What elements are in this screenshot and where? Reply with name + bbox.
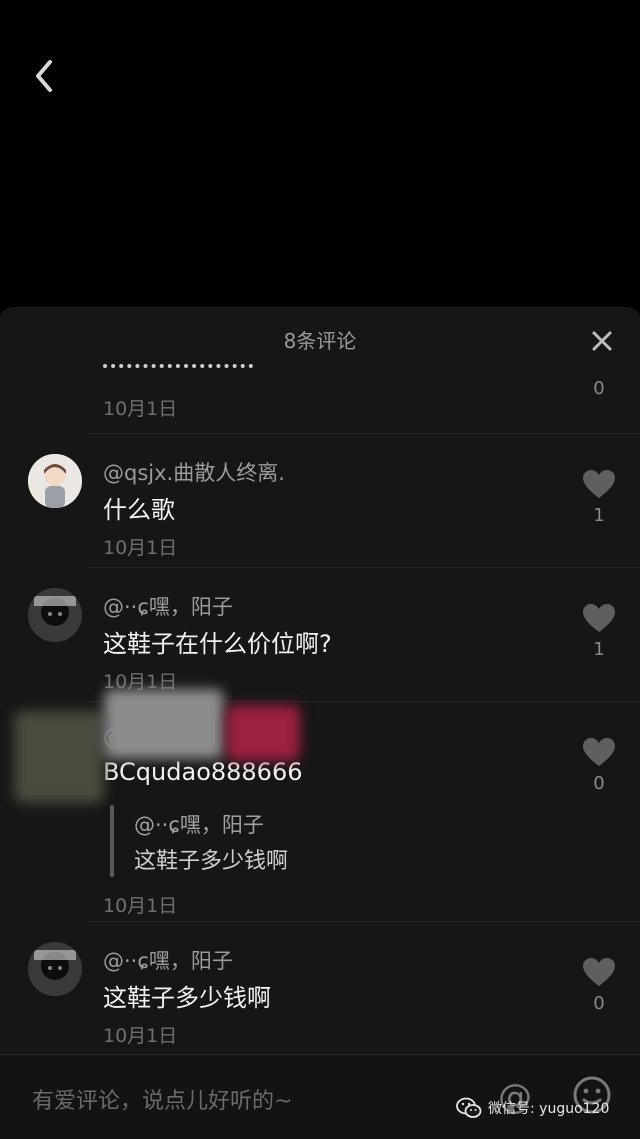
reply-quote-bar xyxy=(110,805,114,877)
like-button[interactable]: 1 xyxy=(580,603,618,660)
close-icon xyxy=(592,331,612,351)
watermark-text: 微信号: yuguo120 xyxy=(488,1101,610,1117)
comment-text: 这鞋子多少钱啊 xyxy=(103,984,271,1012)
watermark: 微信号: yuguo120 xyxy=(456,1094,609,1122)
avatar[interactable] xyxy=(28,454,82,508)
comment-input[interactable]: 有爱评论，说点儿好听的~ xyxy=(32,1083,292,1115)
comment-date: 10月1日 xyxy=(103,398,178,420)
like-count: 0 xyxy=(593,993,605,1014)
cut-off-text xyxy=(103,364,253,378)
comment-username[interactable]: @··ɕ嘿，阳子 xyxy=(103,591,233,621)
like-count: 1 xyxy=(593,639,605,660)
redaction-mark xyxy=(104,689,224,759)
divider xyxy=(88,921,640,922)
like-button[interactable]: 0 xyxy=(580,372,618,399)
comment-item[interactable]: @qsjx.曲散人终离. 什么歌 10月1日 1 xyxy=(0,447,640,567)
wechat-icon xyxy=(456,1097,482,1118)
heart-icon xyxy=(583,958,615,986)
avatar-image xyxy=(28,942,82,996)
comments-panel: 8条评论 10月1日 0 @qsjx.曲散人终离. 什么歌 10月1日 1 @·… xyxy=(0,307,640,1138)
heart-icon xyxy=(583,604,615,632)
like-button[interactable]: 0 xyxy=(580,957,618,1014)
avatar-image xyxy=(28,588,82,642)
like-count: 0 xyxy=(593,378,605,399)
like-count: 1 xyxy=(593,505,605,526)
comment-text: 这鞋子在什么价位啊? xyxy=(103,630,332,658)
heart-icon xyxy=(583,470,615,498)
divider xyxy=(88,567,640,568)
comment-date: 10月1日 xyxy=(103,1025,178,1047)
comment-item[interactable]: 10月1日 0 xyxy=(0,352,640,432)
quoted-text: 这鞋子多少钱啊 xyxy=(134,849,289,874)
like-count: 0 xyxy=(593,773,605,794)
like-button[interactable]: 1 xyxy=(580,469,618,526)
panel-title: 8条评论 xyxy=(283,329,357,353)
comment-item[interactable]: @··ɕ嘿，阳子 这鞋子在什么价位啊? 10月1日 1 xyxy=(0,581,640,701)
divider xyxy=(88,433,640,434)
close-button[interactable] xyxy=(590,329,614,353)
comment-text: BCqudao888666 xyxy=(103,758,303,786)
like-button[interactable]: 0 xyxy=(580,737,618,794)
comment-date: 10月1日 xyxy=(103,537,178,559)
avatar[interactable] xyxy=(28,588,82,642)
comment-item[interactable]: @ BCqudao888666 @··ɕ嘿，阳子 这鞋子多少钱啊 10月1日 0 xyxy=(0,689,640,921)
avatar[interactable] xyxy=(28,942,82,996)
comment-username[interactable]: @··ɕ嘿，阳子 xyxy=(103,945,233,975)
avatar-image xyxy=(28,454,82,508)
back-button[interactable] xyxy=(28,56,64,96)
comment-text: 什么歌 xyxy=(103,496,175,524)
redaction-mark xyxy=(226,705,300,761)
comment-username[interactable]: @qsjx.曲散人终离. xyxy=(103,457,285,487)
heart-icon xyxy=(583,738,615,766)
comment-item[interactable]: @··ɕ嘿，阳子 这鞋子多少钱啊 10月1日 0 xyxy=(0,935,640,1055)
comment-date: 10月1日 xyxy=(103,895,178,917)
back-icon xyxy=(36,60,52,92)
quoted-username[interactable]: @··ɕ嘿，阳子 xyxy=(134,809,264,839)
redaction-mark xyxy=(14,711,104,803)
